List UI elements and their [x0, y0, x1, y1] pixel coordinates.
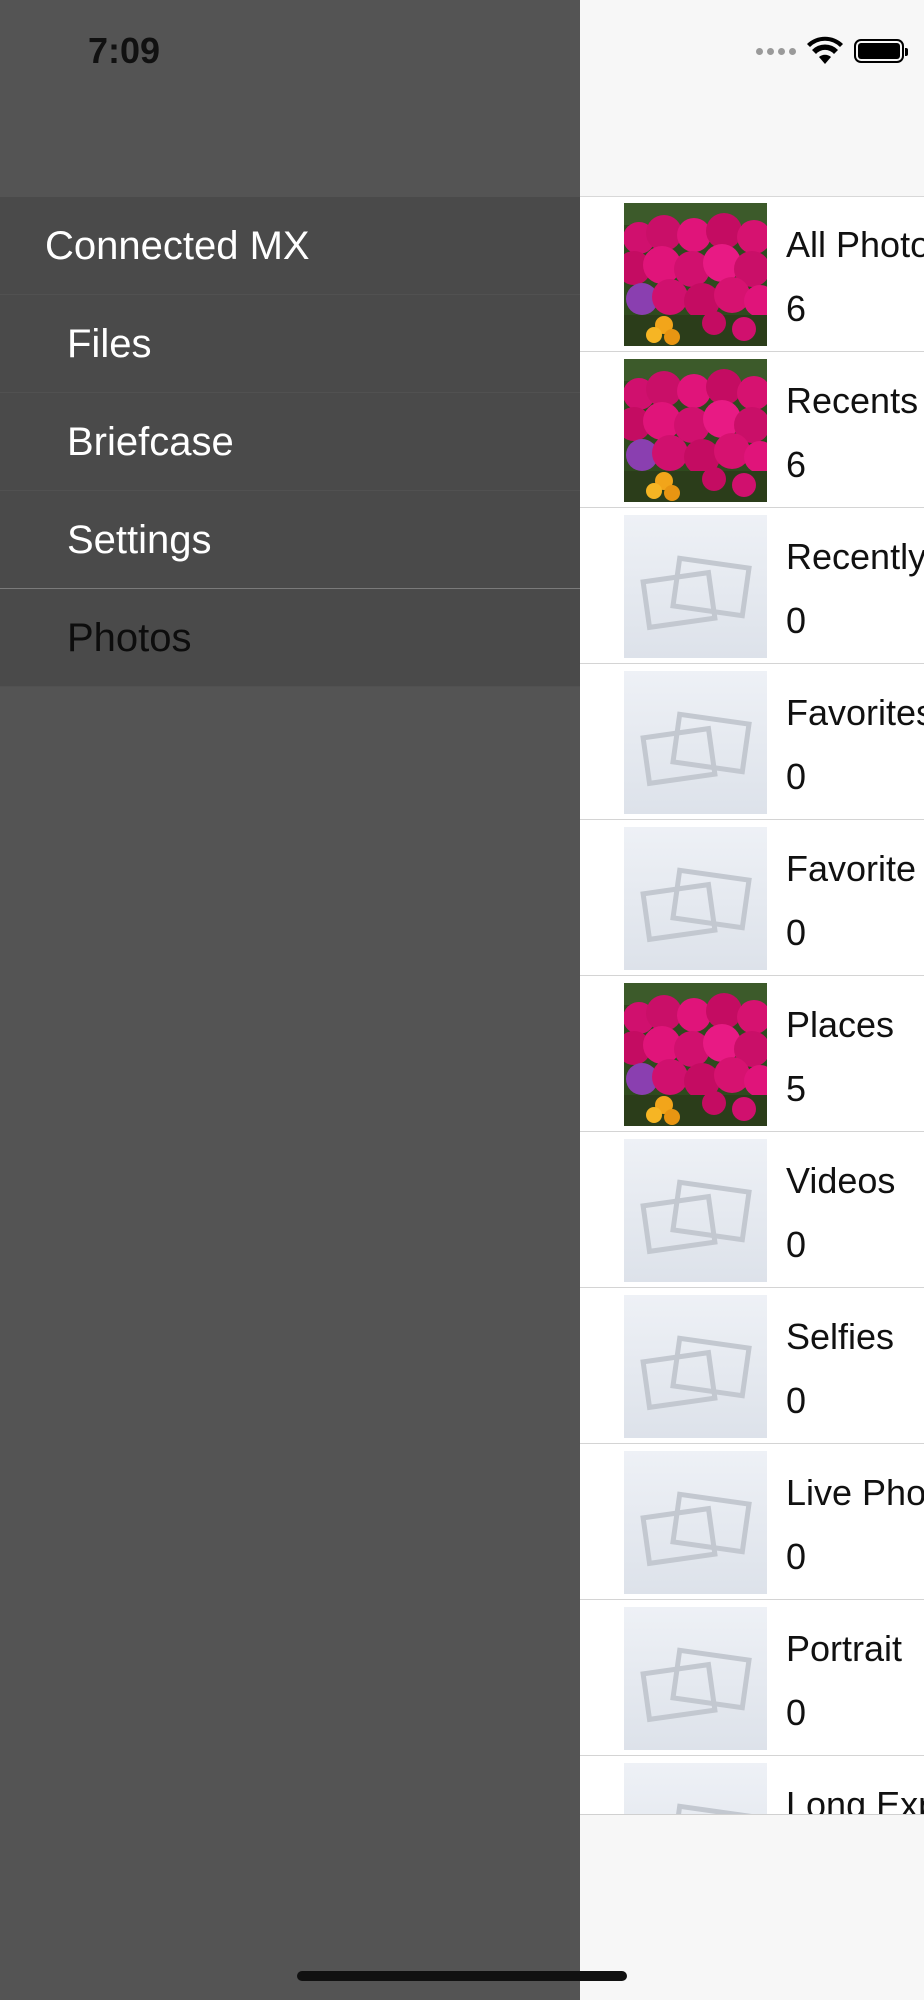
album-title: Long Exposure: [786, 1784, 924, 1814]
album-title: Selfies: [786, 1316, 895, 1357]
album-count: 6: [786, 444, 807, 485]
album-row[interactable]: Live Photos 0: [580, 1444, 924, 1600]
album-count: 5: [786, 1068, 807, 1109]
album-row[interactable]: Favorite 0: [580, 820, 924, 976]
album-thumbnail-flowers: [624, 203, 767, 346]
photo-placeholder-icon: [624, 1763, 767, 1814]
album-title: Favorites: [786, 692, 924, 733]
drawer-header-connected-mx[interactable]: Connected MX: [0, 197, 580, 295]
side-drawer: 7:09 Connected MX Files Briefcase Settin…: [0, 0, 580, 2000]
album-thumbnail-flowers: [624, 359, 767, 502]
photo-placeholder-icon: [624, 515, 767, 658]
photos-panel: All Photos6Recents6Recently Deleted0Favo…: [580, 0, 924, 2000]
album-row[interactable]: Recently Deleted 0: [580, 508, 924, 664]
status-icons: [756, 36, 908, 66]
status-time: 7:09: [88, 30, 161, 71]
album-row[interactable]: Places 5: [580, 976, 924, 1132]
cellular-dots-icon: [756, 47, 796, 55]
album-title: Videos: [786, 1160, 896, 1201]
drawer-item-settings[interactable]: Settings: [0, 491, 580, 589]
album-row[interactable]: Recents 6: [580, 352, 924, 508]
album-count: 6: [786, 288, 807, 329]
album-count: 0: [786, 600, 807, 641]
navigation-bar: [580, 0, 924, 197]
drawer-item-files[interactable]: Files: [0, 295, 580, 393]
album-count: 0: [786, 1692, 807, 1733]
album-count: 0: [786, 1380, 807, 1421]
album-row[interactable]: Portrait 0: [580, 1600, 924, 1756]
album-title: Favorite: [786, 848, 917, 889]
home-indicator: [297, 1971, 627, 1981]
album-count: 0: [786, 1224, 807, 1265]
album-thumbnail-flowers: [624, 983, 767, 1126]
photo-placeholder-icon: [624, 827, 767, 970]
album-row[interactable]: Videos 0: [580, 1132, 924, 1288]
bottom-toolbar: [580, 1814, 924, 2000]
album-row[interactable]: Favorites 0: [580, 664, 924, 820]
photo-placeholder-icon: [624, 1607, 767, 1750]
album-title: Recently Deleted: [786, 536, 924, 577]
battery-icon: [854, 39, 908, 63]
album-count: 0: [786, 1536, 807, 1577]
album-title: Recents: [786, 380, 919, 421]
album-count: 0: [786, 912, 807, 953]
album-row[interactable]: Selfies 0: [580, 1288, 924, 1444]
photo-placeholder-icon: [624, 1451, 767, 1594]
wifi-icon: [807, 36, 843, 64]
screen: All Photos6Recents6Recently Deleted0Favo…: [0, 0, 924, 2000]
album-title: All Photos: [786, 224, 924, 265]
album-list[interactable]: All Photos6Recents6Recently Deleted0Favo…: [580, 196, 924, 1814]
photo-placeholder-icon: [624, 1295, 767, 1438]
album-row[interactable]: All Photos 6: [580, 196, 924, 352]
album-title: Places: [786, 1004, 895, 1045]
drawer-menu: Connected MX Files Briefcase Settings Ph…: [0, 197, 580, 687]
album-title: Live Photos: [786, 1472, 924, 1513]
album-count: 0: [786, 756, 807, 797]
album-row[interactable]: Long Exposure: [580, 1756, 924, 1814]
drawer-item-photos[interactable]: Photos: [0, 589, 580, 687]
photo-placeholder-icon: [624, 671, 767, 814]
drawer-item-briefcase[interactable]: Briefcase: [0, 393, 580, 491]
photo-placeholder-icon: [624, 1139, 767, 1282]
album-title: Portrait: [786, 1628, 903, 1669]
